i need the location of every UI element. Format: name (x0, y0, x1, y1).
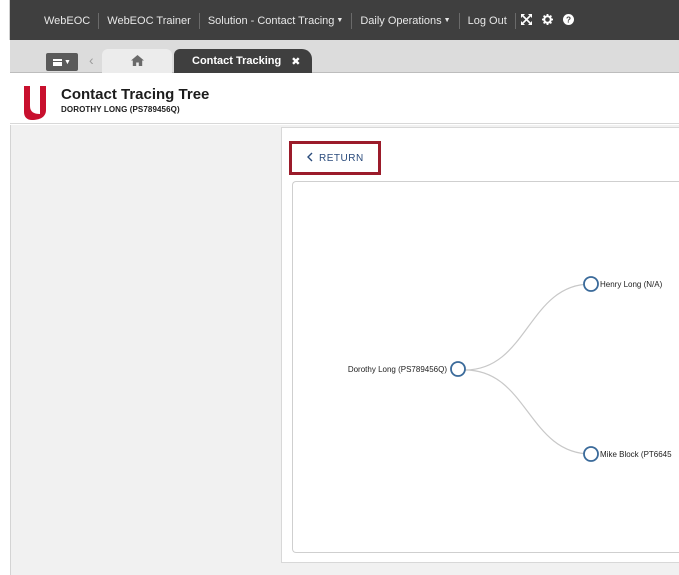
top-nav-bar: WebEOC WebEOC Trainer Solution - Contact… (0, 0, 679, 40)
page-header: Contact Tracing Tree DOROTHY LONG (PS789… (10, 74, 679, 124)
contact-tree-svg: Dorothy Long (PS789456Q) Henry Long (N/A… (348, 276, 672, 462)
tree-node-child-label: Mike Block (PT6645 (600, 450, 672, 459)
tab-contact-tracking[interactable]: Contact Tracking ✖ (174, 49, 312, 73)
nav-daily-ops-label: Daily Operations (360, 14, 442, 27)
gear-icon[interactable] (537, 14, 558, 28)
tab-home[interactable] (102, 49, 172, 73)
chevron-left-icon[interactable]: ‹ (89, 52, 94, 68)
chevron-left-icon (307, 151, 313, 165)
nav-webeoc[interactable]: WebEOC (36, 13, 98, 29)
tab-bar: ▼ ‹ Contact Tracking ✖ (10, 40, 679, 73)
tree-node-root-label: Dorothy Long (PS789456Q) (348, 365, 448, 374)
nav-solution-label: Solution - Contact Tracing (207, 14, 335, 27)
juvare-logo-icon (24, 86, 46, 120)
home-icon (130, 54, 144, 69)
tree-node-child-label: Henry Long (N/A) (600, 280, 663, 289)
svg-text:?: ? (566, 16, 571, 25)
contact-tree-canvas: Dorothy Long (PS789456Q) Henry Long (N/A… (292, 181, 679, 553)
expand-icon[interactable] (516, 14, 537, 28)
chevron-down-icon: ▼ (336, 17, 344, 25)
chevron-down-icon: ▼ (64, 58, 71, 66)
tree-node-child[interactable] (583, 446, 599, 462)
tree-node-root[interactable] (450, 361, 466, 377)
tab-label: Contact Tracking (192, 55, 282, 67)
nav-solution-menu[interactable]: Solution - Contact Tracing ▼ (200, 13, 352, 29)
nav-webeoc-trainer[interactable]: WebEOC Trainer (99, 13, 199, 29)
page-title: Contact Tracing Tree (61, 86, 210, 103)
main-nav: WebEOC WebEOC Trainer Solution - Contact… (36, 13, 579, 29)
tree-node-child[interactable] (583, 276, 599, 292)
nav-daily-operations-menu[interactable]: Daily Operations ▼ (352, 13, 458, 29)
hamburger-icon (53, 58, 63, 66)
menu-button[interactable]: ▼ (46, 53, 78, 71)
nav-log-out[interactable]: Log Out (460, 13, 515, 29)
tree-link (464, 369, 592, 455)
tree-link (464, 283, 592, 371)
return-label: RETURN (319, 152, 364, 164)
left-edge-strip (0, 0, 10, 40)
return-button[interactable]: RETURN (289, 141, 381, 175)
help-icon[interactable]: ? (558, 14, 579, 28)
chevron-down-icon: ▼ (443, 17, 451, 25)
left-border-line (10, 125, 11, 575)
page-subtitle: DOROTHY LONG (PS789456Q) (61, 105, 180, 114)
close-icon[interactable]: ✖ (291, 55, 300, 68)
